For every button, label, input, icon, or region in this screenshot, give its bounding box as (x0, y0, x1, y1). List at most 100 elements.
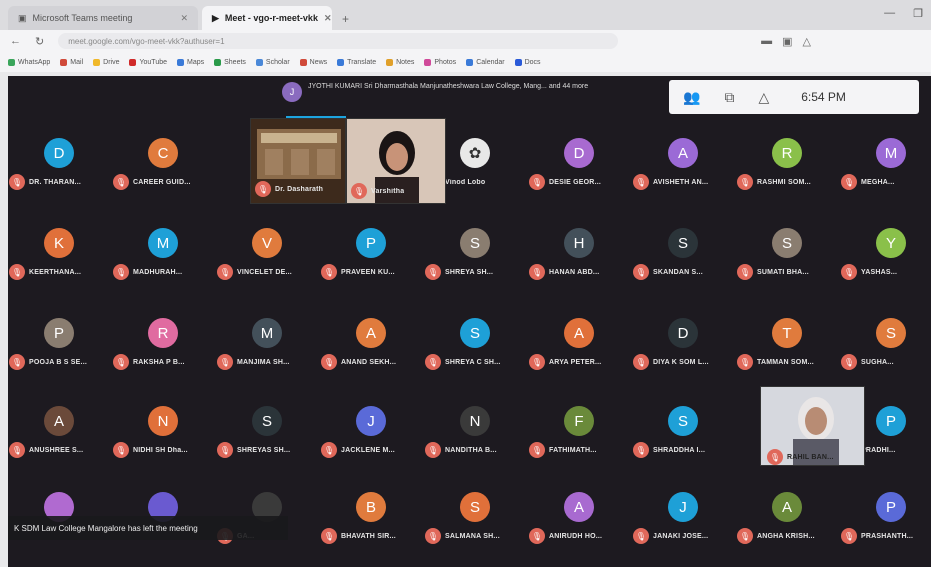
close-icon[interactable]: ✕ (324, 13, 332, 24)
participant-tile[interactable]: N 🎙 NANDITHA B... (425, 384, 525, 464)
participant-tile[interactable]: J 🎙 JACKLENE M... (321, 384, 421, 464)
bookmark-item[interactable]: Drive (93, 58, 119, 66)
tab-teams[interactable]: ▣ Microsoft Teams meeting ✕ (8, 6, 198, 30)
participant-tile[interactable]: H 🎙 HANAN ABD... (529, 206, 629, 286)
mic-off-icon: 🎙 (351, 183, 367, 199)
participant-tile[interactable]: D 🎙 DR. THARAN... (9, 116, 109, 196)
participant-namebar: 🎙 ANUSHREE S... (9, 442, 109, 458)
bookmark-item[interactable]: News (299, 58, 328, 66)
back-icon[interactable]: ← (10, 35, 21, 47)
people-icon[interactable]: 👥 (683, 89, 700, 106)
participant-tile[interactable]: P 🎙 PRAVEEN KU... (321, 206, 421, 286)
extension-icon[interactable]: ▣ (782, 35, 792, 48)
participant-tile[interactable]: D 🎙 DIYA K SOM L... (633, 296, 733, 376)
participant-tile[interactable]: J 🎙 JANAKI JOSE... (633, 470, 733, 550)
participant-tile[interactable]: C 🎙 CAREER GUID... (113, 116, 213, 196)
participant-name: YASHAS... (861, 268, 898, 276)
close-icon[interactable]: ✕ (180, 13, 188, 24)
participant-tile[interactable]: R 🎙 RAKSHA P B... (113, 296, 213, 376)
bookmark-item[interactable]: Sheets (214, 58, 246, 66)
bookmark-item[interactable]: WhatsApp (8, 58, 50, 66)
new-tab-icon[interactable]: + (342, 12, 349, 26)
participant-tile[interactable]: M 🎙 MADHURAH... (113, 206, 213, 286)
layout-icon[interactable]: ⧉ (724, 89, 734, 106)
participant-namebar: 🎙 SHREYA SH... (425, 264, 525, 280)
bookmark-label: News (309, 58, 328, 66)
participant-tile[interactable]: A 🎙 ANGHA KRISH... (737, 470, 837, 550)
warning-icon[interactable]: △ (803, 35, 811, 48)
participant-tile[interactable]: K 🎙 KEERTHANA... (9, 206, 109, 286)
avatar: S (668, 406, 698, 436)
participant-tile[interactable]: S 🎙 SHREYA C SH... (425, 296, 525, 376)
participant-tile[interactable]: S 🎙 SHREYAS SH... (217, 384, 317, 464)
participant-tile[interactable]: A 🎙 ARYA PETER... (529, 296, 629, 376)
participant-tile[interactable]: S 🎙 SUGHA... (841, 296, 931, 376)
participant-tile[interactable]: B 🎙 BHAVATH SIR... (321, 470, 421, 550)
participant-tile[interactable]: A 🎙 AVISHETH AN... (633, 116, 733, 196)
bookmark-item[interactable]: Translate (337, 58, 376, 66)
window-controls: — ❐ (884, 7, 923, 20)
bookmark-item[interactable]: Photos (424, 58, 456, 66)
avatar: J (668, 492, 698, 522)
minimize-icon[interactable]: — (884, 7, 895, 20)
participant-namebar: 🎙 AVISHETH AN... (633, 174, 733, 190)
participant-tile[interactable]: F 🎙 FATHIMATH... (529, 384, 629, 464)
tab-meet[interactable]: ▶ Meet - vgo-r-meet-vkk ✕ (202, 6, 332, 30)
bookmark-item[interactable]: Notes (386, 58, 414, 66)
bookmark-favicon-icon (129, 58, 137, 66)
mic-off-icon: 🎙 (841, 354, 857, 370)
participant-tile[interactable]: P 🎙 PRASHANTH... (841, 470, 931, 550)
bookmark-item[interactable]: Mail (60, 58, 83, 66)
participant-tile[interactable]: A 🎙 ANAND SEKH... (321, 296, 421, 376)
participant-tile[interactable]: M 🎙 MANJIMA SH... (217, 296, 317, 376)
address-input[interactable]: meet.google.com/vgo-meet-vkk?authuser=1 (58, 33, 619, 49)
participant-tile[interactable]: P 🎙 POOJA B S SE... (9, 296, 109, 376)
participant-namebar: 🎙 SHREYAS SH... (217, 442, 317, 458)
bookmark-item[interactable]: Docs (514, 58, 541, 66)
maximize-icon[interactable]: ❐ (913, 7, 923, 20)
participant-tile[interactable]: S 🎙 SKANDAN S... (633, 206, 733, 286)
bookmark-item[interactable]: YouTube (129, 58, 167, 66)
participant-name: RASHMI SOM... (757, 178, 811, 186)
avatar: K (44, 228, 74, 258)
participant-tile[interactable]: A 🎙 ANIRUDH HO... (529, 470, 629, 550)
participant-tile[interactable]: Y 🎙 YASHAS... (841, 206, 931, 286)
camera-icon[interactable]: ▬ (761, 35, 772, 48)
participant-tile[interactable]: S 🎙 SUMATI BHA... (737, 206, 837, 286)
mic-off-icon: 🎙 (217, 264, 233, 280)
mic-off-icon: 🎙 (529, 354, 545, 370)
participant-tile[interactable]: M 🎙 MEGHA... (841, 116, 931, 196)
video-tile-participant[interactable]: 🎙 Varshitha (346, 118, 446, 204)
participant-tile[interactable]: D 🎙 DESIE GEOR... (529, 116, 629, 196)
bookmark-label: YouTube (139, 58, 167, 66)
bookmark-favicon-icon (514, 58, 522, 66)
participant-tile[interactable]: V 🎙 VINCELET DE... (217, 206, 317, 286)
toast-text: K SDM Law College Mangalore has left the… (14, 523, 198, 533)
participant-name: SHREYA SH... (445, 268, 494, 276)
participant-tile[interactable]: S 🎙 SHRADDHA I... (633, 384, 733, 464)
video-tile-self[interactable]: 🎙 Dr. Dasharath (250, 118, 346, 204)
activities-icon[interactable]: △ (758, 89, 769, 106)
avatar: S (252, 406, 282, 436)
bookmark-item[interactable]: Maps (177, 58, 204, 66)
participant-tile[interactable]: T 🎙 TAMMAN SOM... (737, 296, 837, 376)
participant-namebar: 🎙 TAMMAN SOM... (737, 354, 837, 370)
reload-icon[interactable]: ↻ (35, 35, 44, 48)
participant-name: ANGHA KRISH... (757, 532, 815, 540)
mic-off-icon: 🎙 (425, 264, 441, 280)
mic-off-icon: 🎙 (529, 442, 545, 458)
mic-off-icon: 🎙 (321, 528, 337, 544)
participant-tile[interactable]: R 🎙 RASHMI SOM... (737, 116, 837, 196)
mic-off-icon: 🎙 (529, 174, 545, 190)
participant-namebar: 🎙 SUGHA... (841, 354, 931, 370)
avatar: M (148, 228, 178, 258)
participant-tile[interactable]: A 🎙 ANUSHREE S... (9, 384, 109, 464)
participant-tile[interactable]: N 🎙 NIDHI SH Dha... (113, 384, 213, 464)
bookmark-item[interactable]: Scholar (255, 58, 290, 66)
avatar: S (668, 228, 698, 258)
participant-tile[interactable]: S 🎙 SHREYA SH... (425, 206, 525, 286)
participant-tile[interactable]: S 🎙 SALMANA SH... (425, 470, 525, 550)
bookmark-item[interactable]: Calendar (466, 58, 505, 66)
video-tile-participant[interactable]: 🎙 RAHIL BAN... (760, 386, 865, 466)
mic-off-icon: 🎙 (633, 264, 649, 280)
